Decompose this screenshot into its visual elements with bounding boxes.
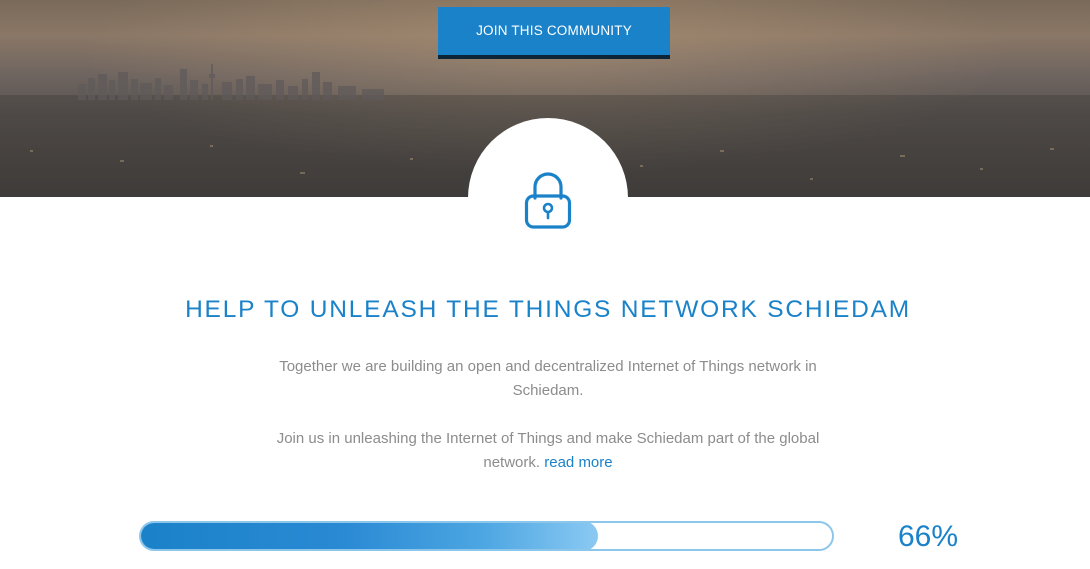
skyline-silhouette [78, 64, 384, 100]
lock-icon [524, 172, 572, 229]
progress-percentage: 66% [897, 520, 959, 553]
join-community-button[interactable]: JOIN THIS COMMUNITY [438, 7, 670, 59]
progress-bar [139, 521, 834, 551]
progress-bar-fill [141, 523, 598, 549]
join-paragraph: Join us in unleashing the Internet of Th… [270, 427, 826, 475]
intro-paragraph: Together we are building an open and dec… [279, 358, 817, 399]
page-headline: HELP TO UNLEASH THE THINGS NETWORK SCHIE… [185, 296, 911, 323]
read-more-link[interactable]: read more [544, 454, 612, 471]
